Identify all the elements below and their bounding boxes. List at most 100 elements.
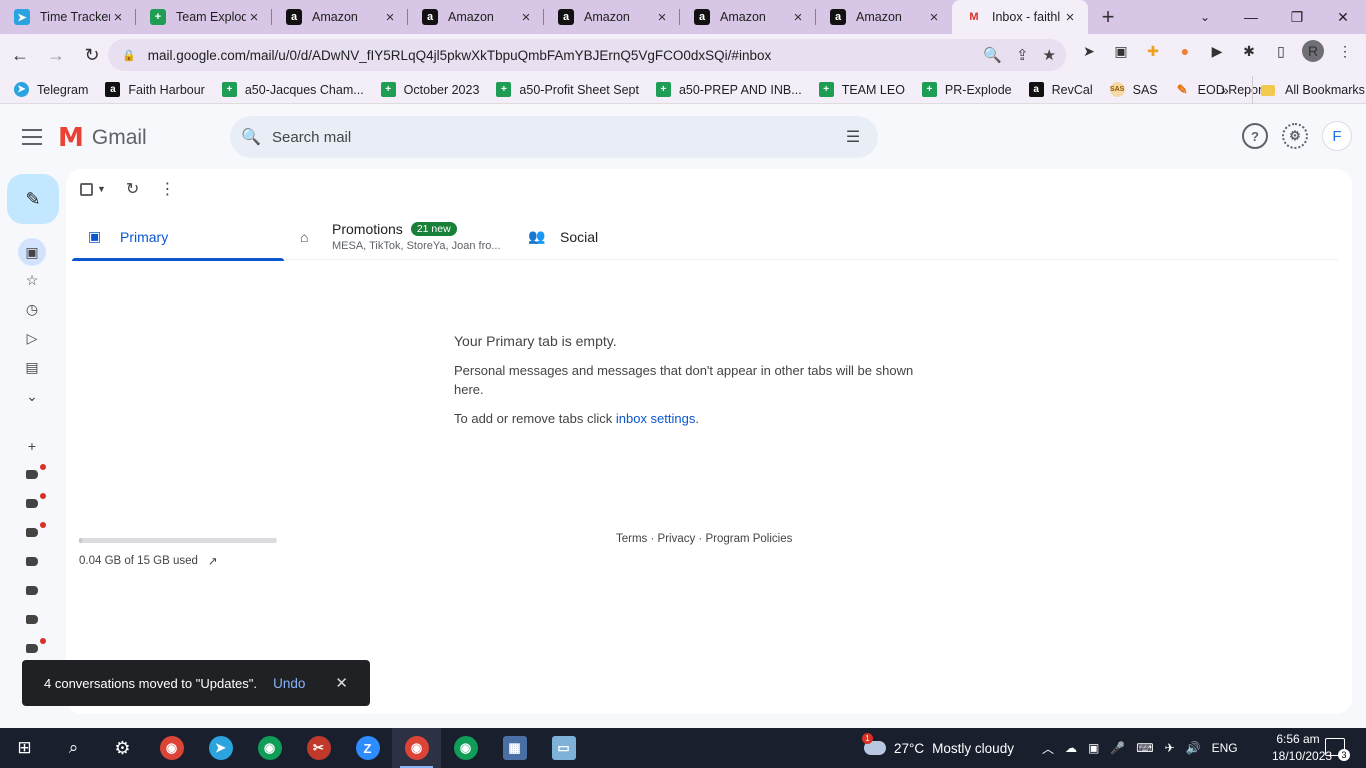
clock[interactable]: 6:56 am 18/10/2023 — [1272, 731, 1332, 765]
snoozed-clock-icon[interactable]: ◷ — [14, 295, 50, 324]
close-window-icon[interactable]: ✕ — [1320, 0, 1366, 34]
label-icon[interactable] — [14, 576, 50, 605]
account-avatar[interactable]: F — [1322, 121, 1352, 151]
all-bookmarks[interactable]: All Bookmarks — [1252, 76, 1365, 104]
volume-icon[interactable]: 🔊 — [1186, 741, 1201, 755]
back-icon[interactable]: ← — [4, 39, 36, 71]
label-icon[interactable] — [14, 460, 50, 489]
label-icon[interactable] — [14, 518, 50, 547]
search-bar[interactable]: 🔍 Search mail ☰ — [230, 116, 878, 158]
calculator-app[interactable]: ▦ — [490, 728, 539, 768]
more-chevron-icon[interactable]: ⌄ — [14, 382, 50, 411]
bookmark[interactable]: + a50-PREP AND INB... — [655, 82, 802, 97]
gmail-logo[interactable]: M Gmail — [58, 123, 147, 153]
bookmark[interactable]: + a50-Profit Sheet Sept — [496, 82, 639, 97]
extension-off-icon[interactable]: ▣ — [1110, 40, 1132, 62]
address-bar[interactable]: 🔒 mail.google.com/mail/u/0/d/ADwNV_fIY5R… — [108, 39, 1066, 71]
undo-button[interactable]: Undo — [273, 676, 305, 691]
close-tab-icon[interactable]: × — [382, 9, 398, 26]
new-tab-button[interactable]: + — [1088, 0, 1128, 34]
tab-social[interactable]: 👥 Social — [512, 213, 724, 260]
more-options-icon[interactable]: ⋮ — [159, 179, 175, 199]
camera-icon[interactable]: ▣ — [1088, 741, 1099, 755]
bookmark[interactable]: + October 2023 — [380, 82, 479, 97]
sent-icon[interactable]: ▷ — [14, 324, 50, 353]
telegram-app[interactable]: ➤ — [196, 728, 245, 768]
profile-avatar[interactable]: R — [1302, 40, 1324, 62]
bookmark[interactable]: + PR-Explode — [921, 82, 1012, 97]
extensions-puzzle-icon[interactable]: ✱ — [1238, 40, 1260, 62]
ime-icon[interactable]: ⌨ — [1136, 741, 1153, 755]
settings-app[interactable]: ⚙ — [98, 728, 147, 768]
extension-play-icon[interactable]: ▶ — [1206, 40, 1228, 62]
footer-links[interactable]: Terms · Privacy · Program Policies — [616, 533, 792, 545]
close-tab-icon[interactable]: × — [1062, 9, 1078, 26]
browser-tab[interactable]: a Amazon × — [816, 0, 952, 34]
share-icon[interactable]: ⇪ — [1016, 46, 1029, 64]
close-icon[interactable]: ✕ — [335, 674, 348, 692]
chrome-app[interactable]: ◉ — [441, 728, 490, 768]
create-label-icon[interactable]: + — [14, 431, 50, 460]
bookmark[interactable]: SAS SAS — [1109, 82, 1158, 97]
browser-tab[interactable]: a Amazon × — [272, 0, 408, 34]
search-icon[interactable]: 🔍 — [230, 127, 272, 147]
close-tab-icon[interactable]: × — [518, 9, 534, 26]
compose-button[interactable]: ✎ — [7, 174, 59, 224]
close-tab-icon[interactable]: × — [654, 9, 670, 26]
language-indicator[interactable]: ENG — [1212, 741, 1238, 755]
extension-circle-icon[interactable]: ● — [1174, 40, 1196, 62]
site-info-icon[interactable]: 🔒 — [122, 49, 136, 62]
close-tab-icon[interactable]: × — [790, 9, 806, 26]
reload-icon[interactable]: ↻ — [76, 39, 108, 71]
tab-promotions[interactable]: ⌂ Promotions 21 new MESA, TikTok, StoreY… — [284, 213, 512, 260]
label-icon[interactable] — [14, 605, 50, 634]
weather-widget[interactable]: 1 27°C Mostly cloudy — [862, 733, 1014, 756]
inbox-settings-link[interactable]: inbox settings — [616, 411, 696, 426]
url-text[interactable]: mail.google.com/mail/u/0/d/ADwNV_fIY5RLq… — [148, 48, 984, 63]
bookmark[interactable]: ➤ Telegram — [14, 82, 88, 97]
restore-icon[interactable]: ❐ — [1274, 0, 1320, 34]
menu-dots-icon[interactable]: ⋮ — [1334, 40, 1356, 62]
chrome-app[interactable]: ◉ — [392, 728, 441, 768]
help-icon[interactable]: ? — [1242, 123, 1268, 149]
network-icon[interactable]: ✈ — [1165, 741, 1175, 755]
zoom-app[interactable]: Z — [343, 728, 392, 768]
notepad-app[interactable]: ▭ — [539, 728, 588, 768]
bookmark-star-icon[interactable]: ★ — [1043, 46, 1056, 64]
open-external-icon[interactable]: ↗ — [208, 554, 218, 568]
browser-tab[interactable]: a Amazon × — [544, 0, 680, 34]
more-bookmarks-icon[interactable]: » — [1221, 76, 1229, 104]
minimize-icon[interactable]: — — [1228, 0, 1274, 34]
bookmark[interactable]: + TEAM LEO — [818, 82, 905, 97]
browser-tab[interactable]: ➤ Time Tracker × — [0, 0, 136, 34]
extension-arrow-icon[interactable]: ➤ — [1078, 40, 1100, 62]
label-icon[interactable] — [14, 634, 50, 663]
close-tab-icon[interactable]: × — [926, 9, 942, 26]
search-button[interactable]: ⌕ — [49, 728, 98, 768]
settings-gear-icon[interactable]: ⚙ — [1282, 123, 1308, 149]
snipping-app[interactable]: ✂ — [294, 728, 343, 768]
forward-icon[interactable]: → — [40, 39, 72, 71]
onedrive-icon[interactable]: ☁ — [1065, 741, 1077, 755]
bookmark[interactable]: a RevCal — [1028, 82, 1093, 97]
browser-tab-active[interactable]: M Inbox - faithl × — [952, 0, 1088, 34]
show-hidden-icons-icon[interactable]: ︿ — [1042, 740, 1054, 757]
browser-tab[interactable]: a Amazon × — [408, 0, 544, 34]
select-all-checkbox[interactable]: ▼ — [80, 182, 106, 196]
close-tab-icon[interactable]: × — [246, 9, 262, 26]
bookmark[interactable]: a Faith Harbour — [105, 82, 205, 97]
inbox-icon[interactable]: ▣ — [18, 238, 46, 266]
starred-icon[interactable]: ☆ — [14, 266, 50, 295]
label-icon[interactable] — [14, 547, 50, 576]
drafts-icon[interactable]: ▤ — [14, 353, 50, 382]
refresh-icon[interactable]: ↻ — [126, 179, 139, 199]
chrome-app[interactable]: ◉ — [147, 728, 196, 768]
bookmark[interactable]: + a50-Jacques Cham... — [221, 82, 364, 97]
label-icon[interactable] — [14, 489, 50, 518]
main-menu-icon[interactable] — [18, 125, 46, 149]
tab-search-chevron-icon[interactable]: ⌄ — [1190, 0, 1220, 34]
zoom-icon[interactable]: 🔍 — [983, 46, 1002, 64]
tab-primary[interactable]: ▣ Primary — [72, 213, 284, 261]
microphone-icon[interactable]: 🎤 — [1110, 741, 1125, 755]
browser-tab[interactable]: + Team Explod × — [136, 0, 272, 34]
